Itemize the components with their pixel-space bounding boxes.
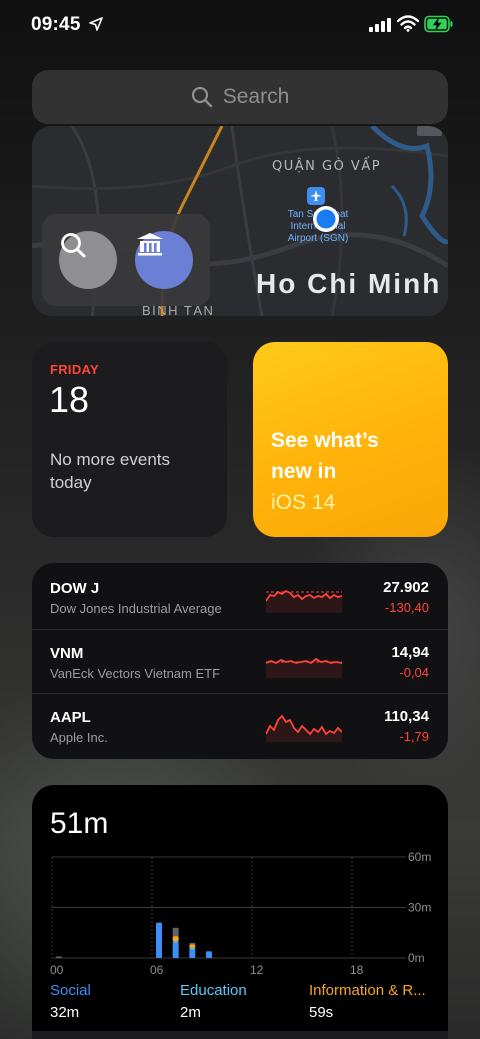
search-label: Search bbox=[222, 85, 290, 108]
search-icon bbox=[191, 86, 212, 108]
calendar-weekday: FRIDAY bbox=[50, 362, 99, 377]
stock-name: VanEck Vectors Vietnam ETF bbox=[50, 666, 221, 681]
category-name: Social bbox=[50, 982, 91, 999]
location-arrow-icon bbox=[89, 17, 103, 31]
stock-name: Dow Jones Industrial Average bbox=[50, 601, 222, 616]
stock-symbol: DOW J bbox=[50, 580, 100, 597]
x-tick-label: 12 bbox=[250, 963, 264, 977]
calendar-widget[interactable]: FRIDAY 18 No more events today bbox=[32, 342, 227, 537]
stock-sparkline bbox=[266, 657, 342, 678]
y-tick-label: 30m bbox=[408, 901, 431, 915]
bar-segment-other bbox=[56, 956, 62, 958]
stock-price: 14,94 bbox=[391, 644, 429, 661]
category-name: Education bbox=[180, 982, 247, 999]
calendar-events-text: No more events today bbox=[50, 450, 170, 492]
screen-time-chart: 60m 30m 0m 00 06 12 18 bbox=[50, 850, 431, 977]
map-landmark-button[interactable] bbox=[135, 231, 193, 289]
stock-symbol: AAPL bbox=[50, 709, 91, 726]
stocks-widget[interactable]: DOW J Dow Jones Industrial Average 27.90… bbox=[32, 563, 448, 759]
category-time: 2m bbox=[180, 1004, 201, 1021]
bar-segment-info bbox=[172, 936, 179, 942]
stock-sparkline bbox=[266, 714, 342, 742]
y-tick-label: 60m bbox=[408, 850, 431, 864]
bar-segment-social bbox=[156, 922, 162, 958]
battery-charging-icon bbox=[424, 15, 453, 33]
stock-price: 27.902 bbox=[383, 579, 429, 596]
maps-widget[interactable]: QUẬN GÒ VẤP Tan Son Nhat International A… bbox=[32, 126, 448, 316]
stock-change: -0,04 bbox=[399, 665, 429, 680]
stock-row-vnm[interactable]: VNM VanEck Vectors Vietnam ETF 14,94 -0,… bbox=[32, 629, 448, 693]
tips-text: See what’s new in iOS 14 bbox=[271, 425, 379, 518]
screen-time-footer bbox=[32, 1031, 448, 1039]
screen-time-widget[interactable]: 51m 60m 30m 0m 00 06 12 18 Social 32m Educatio… bbox=[32, 785, 448, 1039]
tips-line-1: See what’s bbox=[271, 429, 379, 452]
category-information: Information & R... 59s bbox=[309, 982, 439, 1021]
cellular-signal-icon bbox=[369, 18, 391, 32]
stock-price: 110,34 bbox=[383, 708, 429, 725]
x-tick-label: 06 bbox=[150, 963, 164, 977]
bar-segment-education bbox=[172, 941, 179, 943]
bar-segment-other bbox=[172, 927, 179, 937]
category-time: 59s bbox=[309, 1004, 334, 1021]
tips-widget[interactable]: See what’s new in iOS 14 bbox=[253, 342, 448, 537]
bar-segment-education bbox=[189, 947, 196, 950]
bar-segment-social bbox=[189, 949, 196, 958]
bar-segment-social bbox=[172, 942, 179, 958]
y-tick-label: 0m bbox=[408, 951, 425, 965]
bar-segment-info bbox=[189, 944, 196, 948]
stock-change: -130,40 bbox=[384, 600, 429, 615]
map-actions-panel bbox=[42, 214, 210, 306]
search-icon bbox=[61, 233, 86, 258]
category-social: Social 32m bbox=[50, 982, 180, 1021]
x-tick-label: 00 bbox=[50, 963, 64, 977]
category-education: Education 2m bbox=[180, 982, 310, 1021]
bar-segment-social bbox=[206, 951, 212, 958]
x-tick-label: 18 bbox=[350, 963, 364, 977]
wifi-icon bbox=[397, 15, 419, 32]
current-location-dot-icon bbox=[313, 206, 339, 232]
category-time: 32m bbox=[50, 1004, 80, 1021]
bar-segment-other bbox=[189, 942, 196, 945]
stock-sparkline bbox=[266, 589, 342, 613]
stock-change: -1,79 bbox=[399, 729, 429, 744]
category-name: Information & R... bbox=[309, 982, 426, 999]
tips-line-2: new in bbox=[271, 460, 337, 483]
map-district-label: QUẬN GÒ VẤP bbox=[272, 159, 382, 174]
calendar-date: 18 bbox=[49, 379, 90, 420]
map-city-label: Ho Chi Minh bbox=[256, 268, 442, 299]
stock-row-aapl[interactable]: AAPL Apple Inc. 110,34 -1,79 bbox=[32, 693, 448, 757]
status-time: 09:45 bbox=[31, 14, 81, 35]
search-bar[interactable]: Search bbox=[32, 70, 448, 124]
landmark-icon bbox=[137, 233, 163, 256]
stock-row-dowj[interactable]: DOW J Dow Jones Industrial Average 27.90… bbox=[32, 565, 448, 629]
map-search-button[interactable] bbox=[59, 231, 117, 289]
airport-icon bbox=[307, 187, 325, 205]
stock-symbol: VNM bbox=[50, 645, 84, 662]
stock-name: Apple Inc. bbox=[50, 730, 108, 745]
tips-accent: iOS 14 bbox=[271, 491, 336, 514]
